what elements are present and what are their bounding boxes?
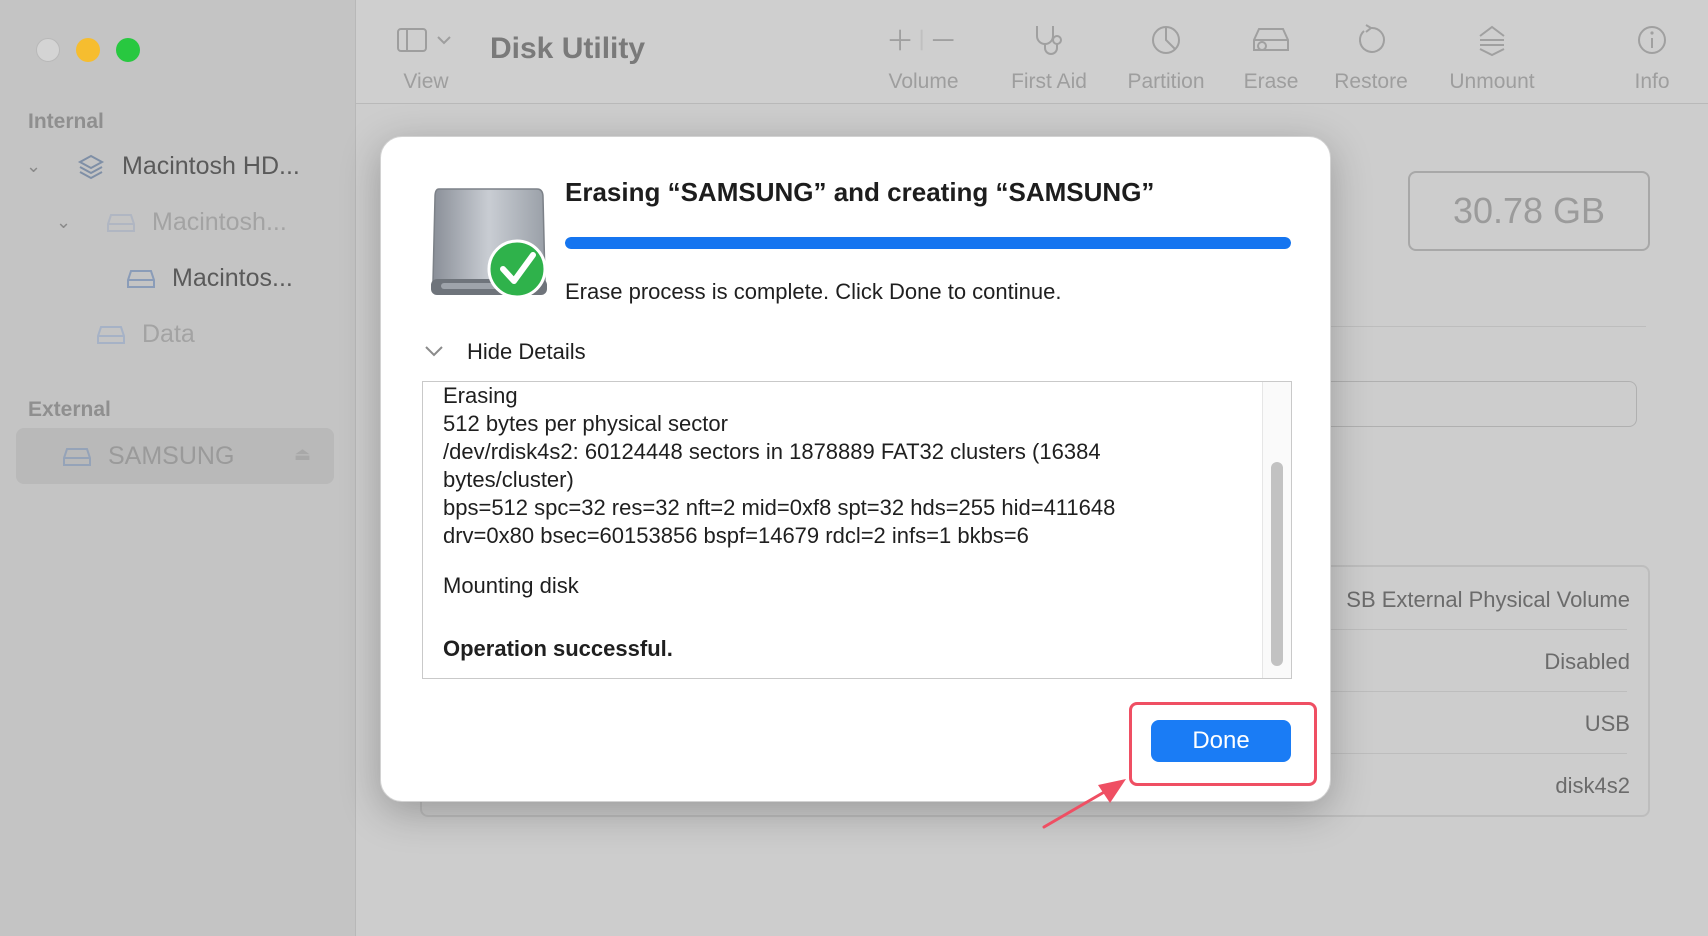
view-button[interactable]: View [396,20,456,94]
stethoscope-icon [1036,26,1062,55]
divider [1322,691,1627,692]
sidebar-item-samsung[interactable]: SAMSUNG [62,442,234,471]
plus-minus-icon [889,29,954,51]
details-log[interactable]: Erasing 512 bytes per physical sector /d… [422,381,1292,679]
disk-utility-window: Internal ⌄ Macintosh HD... ⌄ Macintosh..… [0,0,1708,936]
sidebar-section-external: External [28,398,111,421]
drive-success-icon [425,181,547,301]
info-label: Info [1634,70,1670,93]
window-controls [36,38,140,62]
sidebar-item-label: Data [142,320,195,348]
dialog-title: Erasing “SAMSUNG” and creating “SAMSUNG” [565,177,1155,207]
sidebar-item-label: Macintos... [172,264,293,292]
unmount-label: Unmount [1449,70,1535,93]
sidebar-section-internal: Internal [28,110,104,133]
chevron-down-icon[interactable]: ⌄ [26,156,46,177]
restore-label: Restore [1334,70,1408,93]
stack-layers-icon [76,154,106,179]
info-value-owners: Disabled [1544,649,1630,674]
info-icon [1638,26,1666,54]
progress-bar-fill [565,237,1291,249]
usage-bar [1320,381,1637,427]
restore-button[interactable]: Restore [1326,20,1416,94]
sidebar-item-macintosh-container[interactable]: ⌄ Macintosh... [56,208,287,237]
log-scrollbar[interactable] [1262,382,1291,678]
sidebar-item-macintosh-volume[interactable]: Macintos... [126,264,293,293]
view-label: View [403,70,449,93]
eraser-drive-icon [1253,28,1289,51]
done-button[interactable]: Done [1151,720,1291,762]
log-line: Mounting disk [443,573,579,598]
zoom-window-button[interactable] [116,38,140,62]
status-message: Erase process is complete. Click Done to… [565,279,1062,304]
erase-button[interactable]: Erase [1226,20,1316,94]
progress-bar [565,237,1291,249]
divider [1330,326,1646,327]
capacity-box: 30.78 GB [1408,171,1650,251]
hide-details-toggle[interactable]: Hide Details [423,339,586,365]
chevron-down-icon[interactable]: ⌄ [56,212,76,233]
minimize-window-button[interactable] [76,38,100,62]
log-line: 512 bytes per physical sector [443,411,728,436]
drive-icon [62,446,92,468]
close-window-button[interactable] [36,38,60,62]
info-value-device: disk4s2 [1555,773,1630,798]
chevron-down-icon [423,342,449,363]
erase-label: Erase [1243,70,1299,93]
unmount-icon [1479,25,1505,57]
log-line: bps=512 spc=32 res=32 nft=2 mid=0xf8 spt… [443,495,1116,520]
details-toggle-label: Hide Details [467,339,586,364]
sidebar-item-data[interactable]: Data [96,320,195,349]
drive-icon [96,324,126,346]
sidebar-item-label: Macintosh HD... [122,152,300,180]
log-line: bytes/cluster) [443,467,574,492]
info-value-type: SB External Physical Volume [1346,587,1630,612]
log-content: Erasing 512 bytes per physical sector /d… [443,382,1253,663]
log-line: Erasing [443,383,518,408]
sidebar: Internal ⌄ Macintosh HD... ⌄ Macintosh..… [0,0,356,936]
toolbar: View Disk Utility Volume First Aid Parti… [356,0,1708,104]
drive-icon [106,212,136,234]
log-line: drv=0x80 bsec=60153856 bspf=14679 rdcl=2… [443,523,1029,548]
divider [1322,753,1627,754]
sidebar-item-label: Macintosh... [152,208,287,236]
erase-progress-dialog: Erasing “SAMSUNG” and creating “SAMSUNG”… [380,136,1331,802]
info-value-connection: USB [1584,711,1630,736]
scrollbar-thumb[interactable] [1271,462,1283,666]
info-button[interactable]: Info [1622,20,1682,94]
sidebar-toggle-icon [397,28,451,52]
partition-label: Partition [1127,70,1205,93]
restore-icon [1359,24,1385,53]
window-title: Disk Utility [490,32,646,65]
sidebar-item-label: SAMSUNG [108,442,235,470]
eject-icon[interactable]: ⏏ [294,444,311,465]
first-aid-button[interactable]: First Aid [1004,20,1094,94]
divider [1322,629,1627,630]
unmount-button[interactable]: Unmount [1442,20,1542,94]
annotation-arrow-icon [1042,779,1126,829]
volume-button[interactable]: Volume [886,20,961,94]
pie-chart-icon [1152,26,1180,54]
log-line-result: Operation successful. [443,636,673,661]
drive-icon [126,268,156,290]
volume-label: Volume [888,70,959,93]
partition-button[interactable]: Partition [1121,20,1211,94]
log-line: /dev/rdisk4s2: 60124448 sectors in 18788… [443,439,1101,464]
first-aid-label: First Aid [1011,70,1087,93]
sidebar-item-macintosh-hd[interactable]: ⌄ Macintosh HD... [26,152,300,181]
